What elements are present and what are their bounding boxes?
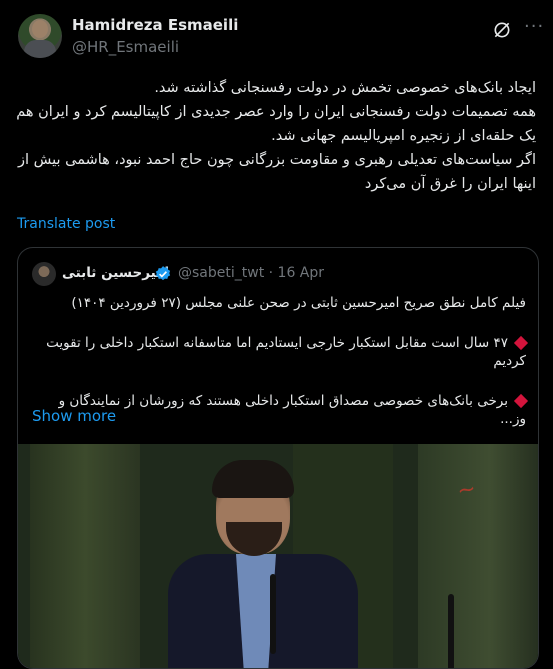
quoted-post-date: 16 Apr (277, 265, 325, 281)
meta-separator: · (268, 265, 274, 281)
post-line: اگر سیاست‌های تعدیلی رهبری و مقاومت بزرگ… (17, 152, 536, 192)
post-line: ایجاد بانک‌های خصوصی تخمش در دولت رفسنجا… (154, 80, 536, 96)
quoted-post[interactable]: امیرحسین ثابتی @sabeti_twt · 16 Apr فیلم… (17, 247, 539, 669)
author-name[interactable]: Hamidreza Esmaeili (72, 16, 238, 34)
show-more-link[interactable]: Show more (32, 407, 116, 425)
quoted-author-meta: @sabeti_twt · 16 Apr (178, 265, 324, 281)
microphone (448, 594, 454, 668)
red-diamond-icon (513, 335, 529, 351)
quoted-author-handle: @sabeti_twt (178, 265, 265, 281)
post-header: Hamidreza Esmaeili @HR_Esmaeili ··· (18, 14, 543, 64)
quoted-author-avatar (32, 262, 56, 286)
post-line: همه تصمیمات دولت رفسنجانی ایران را وارد … (16, 104, 536, 144)
microphone (270, 574, 276, 654)
quoted-post-line: فیلم کامل نطق صریح امیرحسین ثابتی در صحن… (71, 295, 526, 311)
quoted-post-line-text: ۴۷ سال است مقابل استکبار خارجی ایستادیم … (46, 335, 526, 369)
quoted-post-line-1: ۴۷ سال است مقابل استکبار خارجی ایستادیم … (30, 334, 529, 370)
quoted-post-header: امیرحسین ثابتی @sabeti_twt · 16 Apr (18, 262, 538, 288)
quoted-video-thumbnail[interactable]: ~ (18, 444, 538, 668)
post-text: ایجاد بانک‌های خصوصی تخمش در دولت رفسنجا… (14, 76, 536, 196)
verified-badge-icon (155, 266, 171, 281)
grok-icon[interactable] (492, 20, 512, 40)
author-handle[interactable]: @HR_Esmaeili (72, 38, 179, 56)
author-avatar[interactable] (18, 14, 62, 58)
red-diamond-icon (513, 393, 529, 409)
translate-post-link[interactable]: Translate post (17, 216, 115, 232)
quoted-post-line-text: برخی بانک‌های خصوصی مصداق استکبار داخلی … (58, 393, 526, 427)
more-options-icon[interactable]: ··· (524, 18, 544, 40)
